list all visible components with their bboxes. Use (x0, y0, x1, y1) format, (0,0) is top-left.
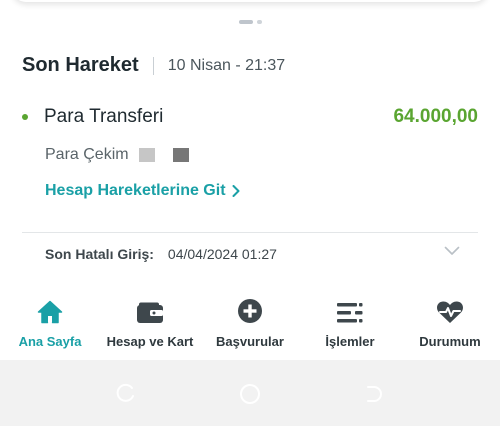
divider (22, 232, 478, 233)
nav-item-label: Durumum (419, 334, 481, 349)
recent-activity-date: 10 Nisan - 21:37 (167, 56, 286, 74)
nav-item-accounts-cards[interactable]: Hesap ve Kart (100, 290, 200, 360)
nav-item-label: Hesap ve Kart (106, 334, 194, 349)
pager-dot-active (238, 20, 253, 24)
summary-card-bottom-edge (12, 0, 488, 2)
heart-pulse-icon (437, 301, 463, 323)
recent-activity-title: Son Hareket (22, 54, 139, 76)
header-separator (152, 56, 154, 75)
recent-apps-icon[interactable] (114, 383, 136, 405)
plus-circle-icon (238, 299, 262, 323)
nav-item-home[interactable]: Ana Sayfa (0, 290, 100, 360)
transaction-title: Para Transferi (44, 106, 164, 127)
last-failed-login-row[interactable]: Son Hatalı Giriş: 04/04/2024 01:27 (45, 246, 460, 262)
pager-indicator (0, 20, 500, 24)
transaction-subtitle-row: Para Çekim (45, 146, 189, 164)
back-icon[interactable] (364, 383, 386, 405)
pager-dot (256, 20, 262, 24)
masked-text (172, 148, 189, 162)
wallet-icon (137, 302, 163, 323)
list-icon (337, 303, 363, 323)
system-navigation-bar (0, 360, 500, 426)
nav-item-status[interactable]: Durumum (400, 290, 500, 360)
home-button-icon[interactable] (239, 383, 261, 405)
nav-item-label: Ana Sayfa (18, 334, 82, 349)
transaction-bullet (22, 114, 28, 120)
account-activity-link-label: Hesap Hareketlerine Git (45, 182, 226, 199)
nav-item-label: Başvurular (216, 334, 284, 349)
nav-item-applications[interactable]: Başvurular (200, 290, 300, 360)
bottom-nav: Ana Sayfa Hesap ve Kart Başvurular İşlem… (0, 290, 500, 360)
home-icon (37, 300, 63, 324)
transaction-amount: 64.000,00 (393, 106, 478, 127)
last-failed-login-value: 04/04/2024 01:27 (167, 246, 277, 262)
transaction-subtitle: Para Çekim (45, 146, 129, 163)
last-failed-login-label: Son Hatalı Giriş: (45, 246, 154, 262)
nav-item-label: İşlemler (325, 334, 375, 349)
chevron-right-icon (232, 185, 240, 197)
nav-item-transactions[interactable]: İşlemler (300, 290, 400, 360)
transaction-row[interactable]: Para Transferi 64.000,00 (22, 104, 478, 130)
account-activity-link[interactable]: Hesap Hareketlerine Git (45, 182, 240, 200)
chevron-down-icon[interactable] (444, 246, 460, 256)
recent-activity-header: Son Hareket 10 Nisan - 21:37 (22, 54, 285, 77)
masked-text (138, 148, 155, 162)
